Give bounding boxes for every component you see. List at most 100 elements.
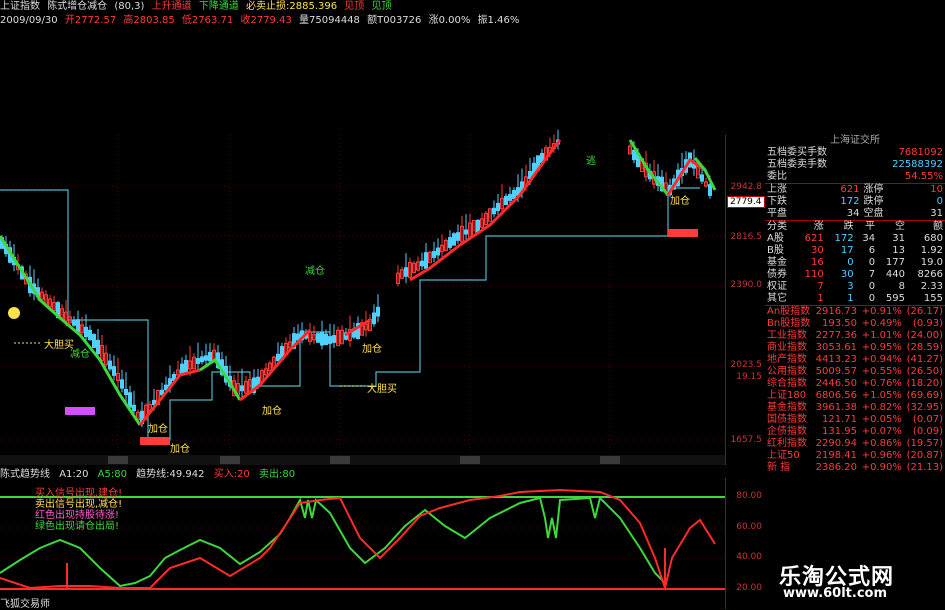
candle-body — [128, 392, 132, 408]
category-cell: 177 — [885, 257, 905, 268]
category-row[interactable]: A股 621 172 34 31 680 — [765, 233, 945, 245]
candle-body — [452, 233, 456, 246]
index-cell: (41.27) — [906, 354, 943, 365]
trend-line-green-3 — [628, 139, 670, 196]
category-row[interactable]: 其它 1 1 0 595 155 — [765, 293, 945, 305]
index-row[interactable]: 工业指数 2277.36 +1.01% (24.00) — [765, 330, 945, 342]
index-row[interactable]: 公用指数 5009.57 +0.55% (26.50) — [765, 366, 945, 378]
index-cell: +1.01% — [861, 330, 902, 341]
candle-body — [96, 339, 100, 355]
highlight-box-2 — [140, 437, 170, 445]
advance-decline-table: 上涨 621 涨停 10 下跌 172 跌停 0 平盘 34 空盘 31 — [765, 183, 945, 220]
candle-body — [432, 251, 436, 258]
index-row[interactable]: 基金指数 3961.38 +0.82% (32.95) — [765, 402, 945, 414]
index-row[interactable]: 国债指数 121.71 +0.05% (0.07) — [765, 414, 945, 426]
index-row[interactable]: 综合指数 2446.50 +0.76% (18.20) — [765, 378, 945, 390]
order-ratio-value: 54.55% — [904, 171, 943, 182]
category-row[interactable]: 基金 16 0 0 177 19.0 — [765, 257, 945, 269]
candle-body — [332, 335, 336, 343]
candle-body — [124, 388, 128, 396]
index-row[interactable]: 新 指 2386.20 +0.90% (21.13) — [765, 462, 945, 474]
indicator-tick: 60.00 — [736, 522, 762, 532]
stat-value: 34 — [846, 208, 860, 219]
index-row[interactable]: 上证180 6806.56 +1.05% (69.69) — [765, 390, 945, 402]
index-row[interactable]: 地产指数 4413.23 +0.94% (41.27) — [765, 354, 945, 366]
index-cell: +0.05% — [861, 414, 902, 425]
bid-volume-value: 7681092 — [898, 147, 943, 158]
category-row[interactable]: B股 30 17 6 13 1.92 — [765, 245, 945, 257]
category-row[interactable]: 权证 7 3 0 8 2.33 — [765, 281, 945, 293]
index-cell: 121.71 — [822, 414, 858, 425]
index-cell: +0.90% — [861, 462, 902, 473]
category-cell: 440 — [885, 269, 905, 280]
occlusion-block — [0, 30, 540, 135]
date-bar — [0, 455, 725, 465]
legend-buy: 买入信号出现,建仓! — [35, 488, 123, 499]
price-tick: 2942.8 — [730, 182, 763, 192]
category-cell: 0 — [868, 257, 876, 268]
index-cell: 商业指数 — [767, 342, 807, 353]
index-cell: 综合指数 — [767, 378, 807, 389]
category-cell: 基金 — [767, 257, 787, 268]
category-cell: 债券 — [767, 269, 787, 280]
index-cell: (26.50) — [906, 366, 943, 377]
stat-label: 平盘 — [767, 208, 787, 219]
index-row[interactable]: 红利指数 2290.94 +0.86% (19.57) — [765, 438, 945, 450]
category-cell: 19.0 — [920, 257, 943, 268]
index-row[interactable]: 企债指数 131.95 +0.07% (0.09) — [765, 426, 945, 438]
col-header: 额 — [933, 221, 943, 232]
index-cell: 2290.94 — [815, 438, 858, 449]
category-cell: 595 — [885, 293, 905, 304]
annotation-reduce-2: 减仓 — [70, 349, 90, 360]
index-row[interactable]: An股指数 2916.73 +0.91% (26.17) — [765, 306, 945, 319]
candle-body — [328, 336, 332, 344]
legend-sell: 卖出信号出现,减仓! — [35, 499, 123, 510]
index-cell: (28.59) — [906, 342, 943, 353]
category-row[interactable]: 债券 110 30 7 440 8266 — [765, 269, 945, 281]
candle-body — [316, 333, 320, 343]
category-cell: 13 — [892, 245, 905, 256]
current-price-tag: 2779.4 — [727, 196, 765, 208]
candle-body — [132, 404, 136, 412]
index-cell: 131.95 — [822, 426, 858, 437]
ask-volume-value: 22588392 — [892, 159, 943, 170]
index-cell: 公用指数 — [767, 366, 807, 377]
index-row[interactable]: Bn股指数 193.50 +0.49% (0.93) — [765, 318, 945, 330]
stat-value: 172 — [840, 196, 860, 207]
category-cell: A股 — [767, 233, 784, 244]
stat-label: 涨停 — [863, 184, 884, 195]
category-cell: 172 — [834, 233, 854, 244]
index-row[interactable]: 上证50 2198.41 +0.96% (20.87) — [765, 450, 945, 462]
logo-url: www.60lt.com — [783, 586, 888, 601]
category-cell: 30 — [840, 269, 854, 280]
indicator-tick: 20.00 — [736, 583, 762, 593]
index-cell: 红利指数 — [767, 438, 807, 449]
category-cell: 其它 — [767, 293, 787, 304]
index-cell: (18.20) — [906, 378, 943, 389]
category-cell: 1 — [847, 293, 854, 304]
indicator-axis: 80.00 60.00 40.00 20.00 — [725, 478, 766, 609]
candle-body — [196, 358, 200, 364]
index-cell: (69.69) — [906, 390, 943, 401]
order-summary-table: 五档委买手数 7681092 五档委卖手数 22588392 委比 54.55% — [765, 147, 945, 183]
annotation-escape: 逃 — [586, 156, 596, 167]
annotation-add-4: 加仓 — [670, 196, 690, 207]
price-chart[interactable] — [0, 0, 725, 465]
index-cell: 工业指数 — [767, 330, 807, 341]
highlight-box-1 — [65, 407, 95, 415]
index-cell: +0.82% — [861, 402, 902, 413]
candle-body — [476, 219, 480, 233]
index-cell: +1.05% — [861, 390, 902, 401]
order-ratio-label: 委比 — [767, 171, 787, 182]
index-cell: +0.07% — [861, 426, 902, 437]
index-cell: +0.55% — [861, 366, 902, 377]
index-cell: 上证50 — [767, 450, 800, 461]
candles — [0, 129, 712, 427]
index-cell: (0.07) — [912, 414, 943, 425]
index-cell: 2916.73 — [815, 306, 858, 317]
candle-body — [372, 312, 376, 325]
category-cell: 3 — [847, 281, 854, 292]
col-header: 跌 — [843, 221, 854, 232]
index-row[interactable]: 商业指数 3053.61 +0.95% (28.59) — [765, 342, 945, 354]
category-cell: 17 — [840, 245, 854, 256]
